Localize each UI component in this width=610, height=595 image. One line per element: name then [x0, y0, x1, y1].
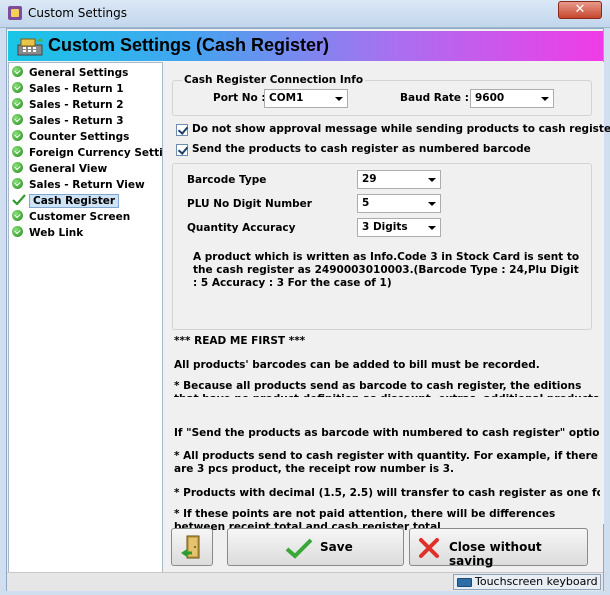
port-label: Port No : [213, 92, 266, 104]
chevron-down-icon [428, 202, 436, 206]
barcode-type-label: Barcode Type [187, 174, 267, 186]
green-check-bullet-icon [12, 210, 23, 221]
checkmark-icon [12, 194, 26, 205]
sidebar-item-cash-register[interactable]: Cash Register [12, 194, 162, 209]
cash-register-icon [17, 38, 43, 56]
barcode-example-note: A product which is written as Info.Code … [193, 251, 580, 289]
readme-paragraph: All products' barcodes can be added to b… [174, 359, 540, 371]
header-banner: Custom Settings (Cash Register) [8, 31, 603, 61]
connection-group: Cash Register Connection Info Port No : … [172, 74, 592, 116]
touchscreen-keyboard-button[interactable]: Touchscreen keyboard [453, 574, 601, 590]
green-check-bullet-icon [12, 114, 23, 125]
save-button[interactable]: Save [227, 528, 404, 566]
readme-paragraph: If "Send the products as barcode with nu… [174, 427, 600, 439]
baud-rate-select[interactable]: 9600 [470, 89, 554, 108]
green-check-bullet-icon [12, 130, 23, 141]
sidebar-item-customer-screen[interactable]: Customer Screen [12, 210, 162, 225]
chevron-down-icon [335, 97, 343, 101]
sidebar-item-sales-return-1[interactable]: Sales - Return 1 [12, 82, 162, 97]
door-exit-icon [181, 535, 200, 559]
green-check-bullet-icon [12, 66, 23, 77]
barcode-group: Barcode Type 29 PLU No Digit Number 5 Qu… [172, 163, 592, 330]
readme-paragraph: * Products with decimal (1.5, 2.5) will … [174, 487, 600, 499]
chevron-down-icon [428, 226, 436, 230]
chevron-down-icon [541, 97, 549, 101]
sidebar-item-sales-return-3[interactable]: Sales - Return 3 [12, 114, 162, 129]
sidebar-item-sales-return-view[interactable]: Sales - Return View [12, 178, 162, 193]
sidebar-item-foreign-currency[interactable]: Foreign Currency Setti [12, 146, 162, 161]
numbered-barcode-checkbox[interactable] [176, 144, 188, 156]
close-x-icon [419, 538, 439, 558]
baud-rate-label: Baud Rate : [400, 92, 469, 104]
exit-button[interactable] [171, 528, 213, 566]
sidebar-item-counter-settings[interactable]: Counter Settings [12, 130, 162, 145]
page-title: Custom Settings (Cash Register) [48, 35, 330, 55]
quantity-accuracy-label: Quantity Accuracy [187, 222, 296, 234]
sidebar-item-sales-return-2[interactable]: Sales - Return 2 [12, 98, 162, 113]
port-select[interactable]: COM1 [264, 89, 348, 108]
app-icon [8, 6, 22, 20]
quantity-accuracy-select[interactable]: 3 Digits [357, 218, 441, 237]
window-title: Custom Settings [28, 6, 128, 20]
sidebar-item-general-settings[interactable]: General Settings [12, 66, 162, 81]
readme-heading: *** READ ME FIRST *** [174, 335, 306, 347]
save-check-icon [285, 538, 313, 559]
plu-digit-select[interactable]: 5 [357, 194, 441, 213]
sidebar-item-general-view[interactable]: General View [12, 162, 162, 177]
status-bar: Touchscreen keyboard [7, 572, 603, 591]
chevron-down-icon [428, 178, 436, 182]
plu-digit-label: PLU No Digit Number [187, 198, 312, 210]
no-approval-checkbox[interactable] [176, 124, 188, 136]
green-check-bullet-icon [12, 226, 23, 237]
connection-group-title: Cash Register Connection Info [182, 74, 366, 86]
numbered-barcode-label: Send the products to cash register as nu… [192, 143, 531, 155]
green-check-bullet-icon [12, 98, 23, 109]
keyboard-icon [457, 578, 472, 587]
readme-paragraph: * All products send to cash register wit… [174, 450, 598, 475]
sidebar-item-web-link[interactable]: Web Link [12, 226, 162, 241]
title-bar: Custom Settings ✕ [0, 0, 610, 28]
settings-content: Cash Register Connection Info Port No : … [166, 62, 610, 533]
barcode-type-select[interactable]: 29 [357, 170, 441, 189]
close-without-saving-button[interactable]: Close without saving [409, 528, 588, 568]
window-close-button[interactable]: ✕ [558, 1, 602, 19]
readme-paragraph: * Because all products send as barcode t… [174, 380, 599, 397]
settings-window: Custom Settings (Cash Register) General … [6, 28, 610, 591]
green-check-bullet-icon [12, 162, 23, 173]
green-check-bullet-icon [12, 146, 23, 157]
no-approval-label: Do not show approval message while sendi… [192, 123, 610, 135]
green-check-bullet-icon [12, 178, 23, 189]
footer-bar: Save Close without saving [166, 526, 604, 572]
green-check-bullet-icon [12, 82, 23, 93]
sidebar: General Settings Sales - Return 1 Sales … [8, 62, 163, 589]
